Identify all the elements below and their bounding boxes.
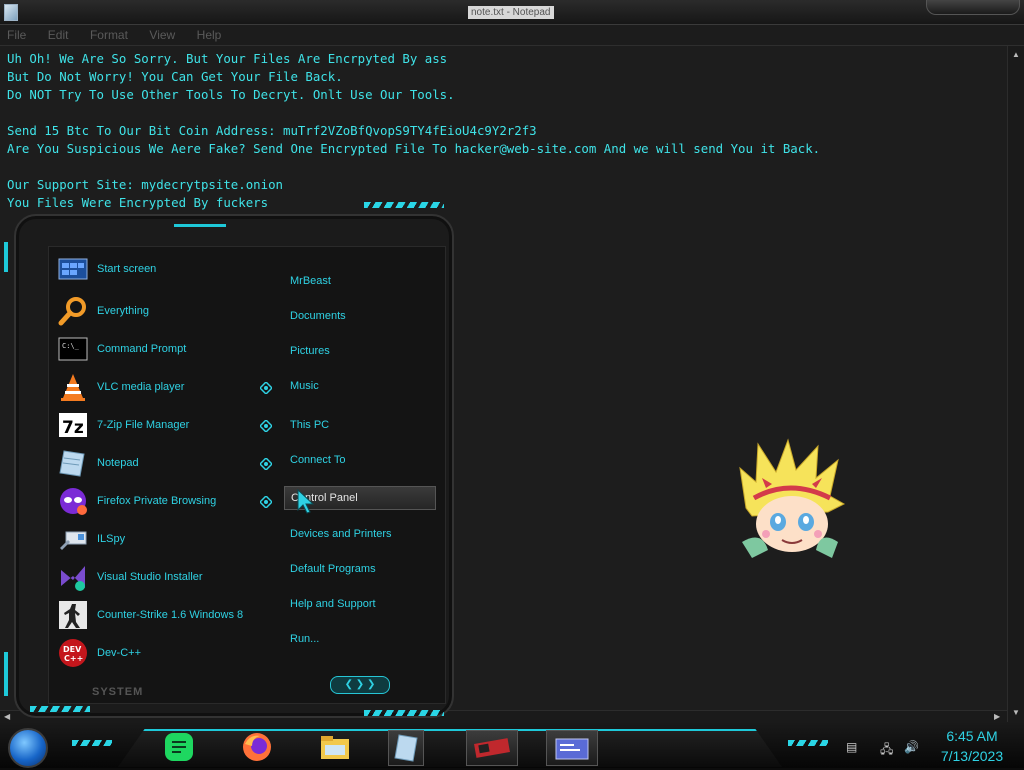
program-start-screen[interactable]: Start screen xyxy=(58,252,268,286)
scroll-right-icon[interactable]: ▶ xyxy=(994,712,1000,722)
place-mrbeast[interactable]: MrBeast xyxy=(290,270,440,292)
decor-stripes xyxy=(788,740,828,746)
program-label: Dev-C++ xyxy=(97,647,142,659)
taskbar-graphics-app[interactable] xyxy=(466,730,518,766)
decor-stripes xyxy=(72,740,112,746)
ilspy-icon xyxy=(60,531,87,550)
program-label: 7-Zip File Manager xyxy=(97,419,190,431)
text-line: But Do Not Worry! You Can Get Your File … xyxy=(7,69,343,84)
vlc-cone-icon xyxy=(61,374,85,401)
program-counter-strike[interactable]: Counter-Strike 1.6 Windows 8 xyxy=(58,598,268,632)
svg-text:DEV: DEV xyxy=(63,645,82,654)
graphics-card-icon xyxy=(474,738,510,758)
jump-list-arrow-icon[interactable] xyxy=(260,382,272,394)
menu-help[interactable]: Help xyxy=(197,25,222,45)
program-label: Counter-Strike 1.6 Windows 8 xyxy=(97,609,244,621)
text-line: Are You Suspicious We Aere Fake? Send On… xyxy=(7,141,821,156)
taskbar-band xyxy=(118,729,782,767)
visual-studio-installer-icon xyxy=(61,566,85,591)
text-line xyxy=(0,158,1007,176)
firefox-private-icon xyxy=(60,488,87,515)
counter-strike-icon xyxy=(59,601,87,629)
clock-date[interactable]: 7/13/2023 xyxy=(932,748,1012,764)
window-title: note.txt - Notepad xyxy=(468,6,554,19)
svg-text:C++: C++ xyxy=(64,654,83,663)
place-documents[interactable]: Documents xyxy=(290,305,440,327)
notepad-icon xyxy=(394,734,418,762)
jump-list-arrow-icon[interactable] xyxy=(260,496,272,508)
text-line: Our Support Site: mydecrytpsite.onion xyxy=(7,177,284,192)
file-explorer-icon xyxy=(321,736,349,759)
notes-app-icon xyxy=(165,733,193,761)
menu-edit[interactable]: Edit xyxy=(48,25,69,45)
program-command-prompt[interactable]: C:\_ Command Prompt xyxy=(58,332,268,366)
place-connect-to[interactable]: Connect To xyxy=(290,449,440,471)
jump-list-arrow-icon[interactable] xyxy=(260,458,272,470)
network-icon[interactable]: 🖧 xyxy=(880,740,893,761)
place-help-and-support[interactable]: Help and Support xyxy=(290,593,440,615)
jump-list-arrow-icon[interactable] xyxy=(260,420,272,432)
show-hidden-icons-icon[interactable]: ▤ xyxy=(846,740,857,754)
program-label: ILSpy xyxy=(97,533,126,545)
firefox-icon xyxy=(243,733,271,761)
menu-format[interactable]: Format xyxy=(90,25,128,45)
taskbar-firefox[interactable] xyxy=(240,730,274,764)
clock-time[interactable]: 6:45 AM xyxy=(932,728,1012,744)
cartoon-character-sticker xyxy=(739,438,846,558)
program-ilspy[interactable]: ILSpy xyxy=(58,522,268,556)
menu-view[interactable]: View xyxy=(149,25,175,45)
program-list: Start screen Everything C:\_ Command Pro… xyxy=(4,202,456,718)
program-label: Firefox Private Browsing xyxy=(97,495,217,507)
control-panel-icon xyxy=(555,738,589,760)
program-label: Command Prompt xyxy=(97,343,187,355)
program-everything[interactable]: Everything xyxy=(58,294,268,328)
program-label: Everything xyxy=(97,305,149,317)
scroll-up-icon[interactable]: ▲ xyxy=(1012,50,1020,60)
program-7zip[interactable]: 7z 7-Zip File Manager xyxy=(58,408,268,442)
start-button[interactable] xyxy=(8,728,48,768)
text-line: Uh Oh! We Are So Sorry. But Your Files A… xyxy=(7,51,448,66)
notepad-app-icon[interactable] xyxy=(4,4,18,21)
taskbar-notes-app[interactable] xyxy=(162,730,196,764)
scroll-down-icon[interactable]: ▼ xyxy=(1012,708,1020,718)
place-music[interactable]: Music xyxy=(290,375,440,397)
program-visual-studio-installer[interactable]: Visual Studio Installer xyxy=(58,560,268,594)
text-line: Send 15 Btc To Our Bit Coin Address: muT… xyxy=(7,123,537,138)
taskbar-control-panel[interactable] xyxy=(546,730,598,766)
program-firefox-private[interactable]: Firefox Private Browsing xyxy=(58,484,268,518)
program-label: Start screen xyxy=(97,263,157,275)
place-run[interactable]: Run... xyxy=(290,628,440,650)
taskbar-notepad[interactable] xyxy=(388,730,424,766)
start-menu-nav-arrows[interactable]: ❮ ❯ ❯ xyxy=(330,676,390,694)
program-label: VLC media player xyxy=(97,381,185,393)
program-label: Notepad xyxy=(97,457,139,469)
7zip-icon: 7z xyxy=(59,413,87,438)
place-default-programs[interactable]: Default Programs xyxy=(290,558,440,580)
devcpp-icon: DEV C++ xyxy=(59,639,87,667)
place-this-pc[interactable]: This PC xyxy=(290,414,440,436)
search-magnifier-icon xyxy=(58,297,86,326)
place-devices-and-printers[interactable]: Devices and Printers xyxy=(290,523,440,545)
text-line xyxy=(0,104,1007,122)
program-notepad[interactable]: Notepad xyxy=(58,446,268,480)
notepad-icon xyxy=(59,450,85,477)
window-controls[interactable] xyxy=(926,0,1020,15)
program-vlc[interactable]: VLC media player xyxy=(58,370,268,404)
text-line: Do NOT Try To Use Other Tools To Decryt.… xyxy=(7,87,455,102)
menu-bar: File Edit Format View Help xyxy=(0,25,1024,46)
terminal-icon: C:\_ xyxy=(58,337,88,361)
title-bar[interactable]: note.txt - Notepad xyxy=(0,0,1024,25)
vertical-scrollbar[interactable]: ▲ ▼ xyxy=(1007,46,1024,722)
volume-icon[interactable]: 🔊 xyxy=(904,740,919,754)
place-pictures[interactable]: Pictures xyxy=(290,340,440,362)
svg-text:7z: 7z xyxy=(62,418,84,438)
mouse-cursor-icon xyxy=(297,488,315,514)
start-screen-icon xyxy=(58,258,88,280)
menu-file[interactable]: File xyxy=(7,25,26,45)
taskbar-file-explorer[interactable] xyxy=(318,730,352,764)
program-devcpp[interactable]: DEV C++ Dev-C++ xyxy=(58,636,268,670)
program-label: Visual Studio Installer xyxy=(97,571,203,583)
svg-text:C:\_: C:\_ xyxy=(62,342,80,350)
